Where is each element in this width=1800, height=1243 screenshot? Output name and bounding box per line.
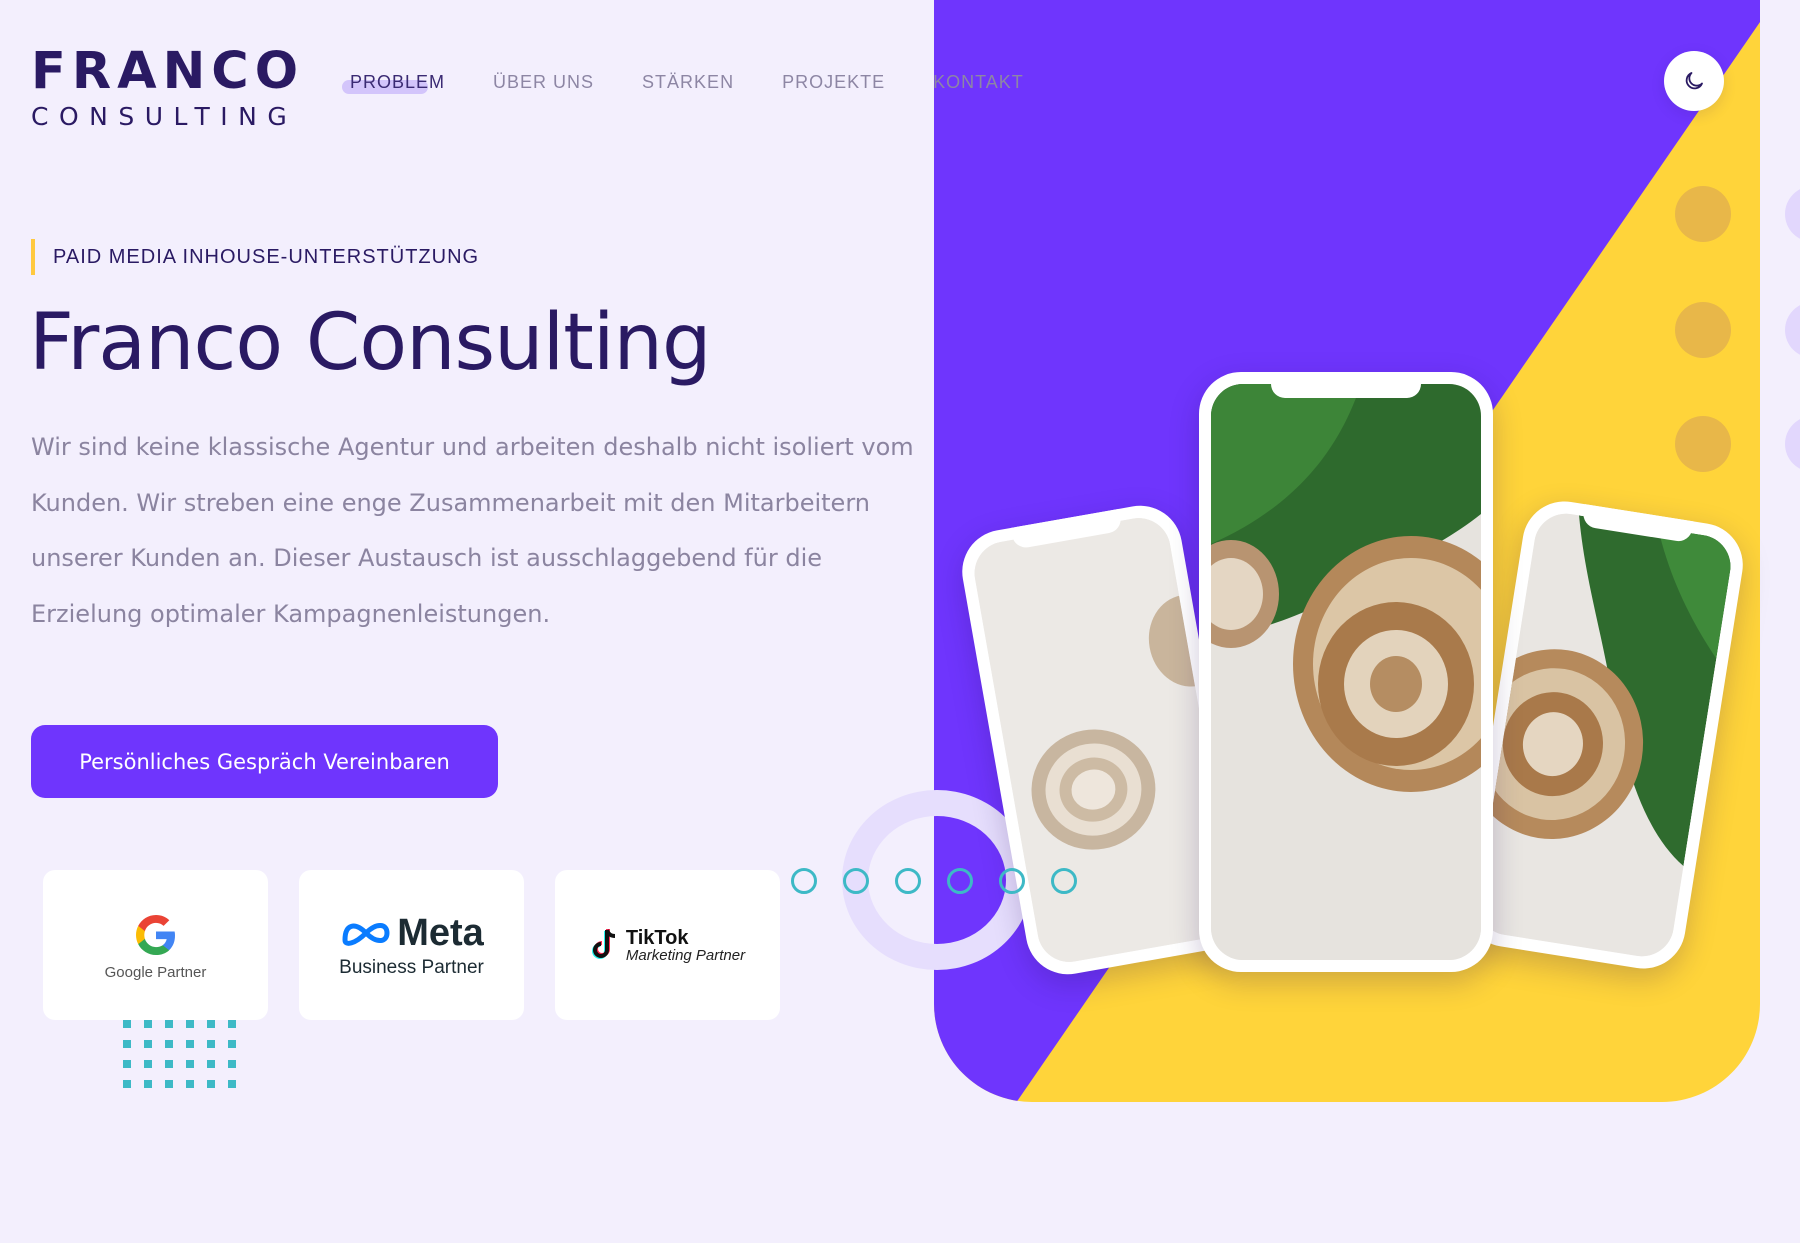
tiktok-wordmark: TikTok	[625, 926, 689, 949]
meta-infinity-icon	[342, 923, 390, 946]
teal-grid-dot	[228, 1040, 236, 1048]
teal-grid-dot	[123, 1080, 131, 1088]
tiktok-partner-label: Marketing Partner	[625, 946, 746, 964]
teal-grid-dot	[165, 1020, 173, 1028]
teal-grid-dot	[207, 1060, 215, 1068]
teal-grid-dot	[144, 1020, 152, 1028]
teal-grid-dot	[228, 1060, 236, 1068]
google-partner-card: Google Partner	[43, 870, 268, 1020]
teal-grid-dot	[207, 1080, 215, 1088]
meta-wordmark: Meta	[397, 911, 484, 954]
nav-item-problem[interactable]: PROBLEM	[341, 72, 445, 94]
lavender-dot	[1785, 186, 1800, 242]
yellow-dot	[1675, 416, 1731, 472]
lavender-dot	[1785, 302, 1800, 358]
hero-title: Franco Consulting	[29, 298, 711, 388]
teal-grid-dot	[165, 1080, 173, 1088]
tiktok-logo: TikTok Marketing Partner	[590, 928, 745, 963]
slider-pagination	[791, 868, 1077, 894]
slider-dot[interactable]	[999, 868, 1025, 894]
teal-grid-dot	[144, 1060, 152, 1068]
teal-dot-grid-decoration	[123, 1020, 236, 1088]
slider-dot[interactable]	[791, 868, 817, 894]
tiktok-note-icon	[591, 929, 616, 959]
meta-partner-label: Business Partner	[339, 956, 484, 978]
logo-wordmark: FRANCO	[31, 42, 305, 101]
nav-item-staerken[interactable]: STÄRKEN	[642, 72, 734, 93]
teal-grid-dot	[186, 1020, 194, 1028]
logo-subline: CONSULTING	[31, 102, 298, 131]
teal-grid-dot	[165, 1040, 173, 1048]
yellow-dot	[1675, 186, 1731, 242]
phone-mockup-center	[1199, 372, 1493, 972]
meta-partner-card: Meta Business Partner	[299, 870, 524, 1020]
phone-screen-center	[1211, 384, 1481, 960]
phone-notch	[1271, 372, 1421, 398]
teal-grid-dot	[123, 1060, 131, 1068]
google-partner-label: Google Partner	[104, 963, 207, 981]
slider-dot[interactable]	[947, 868, 973, 894]
nav-item-ueber-uns[interactable]: ÜBER UNS	[493, 72, 594, 93]
book-consultation-button[interactable]: Persönliches Gespräch Vereinbaren	[31, 725, 498, 798]
nav-item-kontakt[interactable]: KONTAKT	[933, 72, 1024, 93]
teal-grid-dot	[207, 1020, 215, 1028]
teal-grid-dot	[144, 1040, 152, 1048]
monstera-bowls-photo	[1211, 384, 1481, 960]
teal-grid-dot	[228, 1020, 236, 1028]
lavender-dot	[1785, 416, 1800, 472]
teal-grid-dot	[123, 1020, 131, 1028]
slider-dot[interactable]	[843, 868, 869, 894]
yellow-dot	[1675, 302, 1731, 358]
moon-icon	[1685, 72, 1703, 90]
teal-grid-dot	[186, 1060, 194, 1068]
teal-grid-dot	[165, 1060, 173, 1068]
theme-toggle-button[interactable]	[1664, 51, 1724, 111]
main-navigation: PROBLEM ÜBER UNS STÄRKEN PROJEKTE KONTAK…	[341, 72, 1024, 94]
google-logo-icon	[135, 914, 175, 955]
teal-grid-dot	[144, 1080, 152, 1088]
tiktok-partner-card: TikTok Marketing Partner	[555, 870, 780, 1020]
meta-logo: Meta	[339, 912, 484, 955]
teal-grid-dot	[123, 1040, 131, 1048]
slider-dot[interactable]	[1051, 868, 1077, 894]
hero-eyebrow: PAID MEDIA INHOUSE-UNTERSTÜTZUNG	[31, 239, 479, 275]
hero-description: Wir sind keine klassische Agentur und ar…	[31, 433, 914, 628]
slider-dot[interactable]	[895, 868, 921, 894]
teal-grid-dot	[186, 1040, 194, 1048]
teal-grid-dot	[207, 1040, 215, 1048]
nav-item-projekte[interactable]: PROJEKTE	[782, 72, 885, 93]
teal-grid-dot	[228, 1080, 236, 1088]
franco-consulting-logo[interactable]: FRANCO CONSULTING	[31, 46, 304, 131]
teal-grid-dot	[186, 1080, 194, 1088]
